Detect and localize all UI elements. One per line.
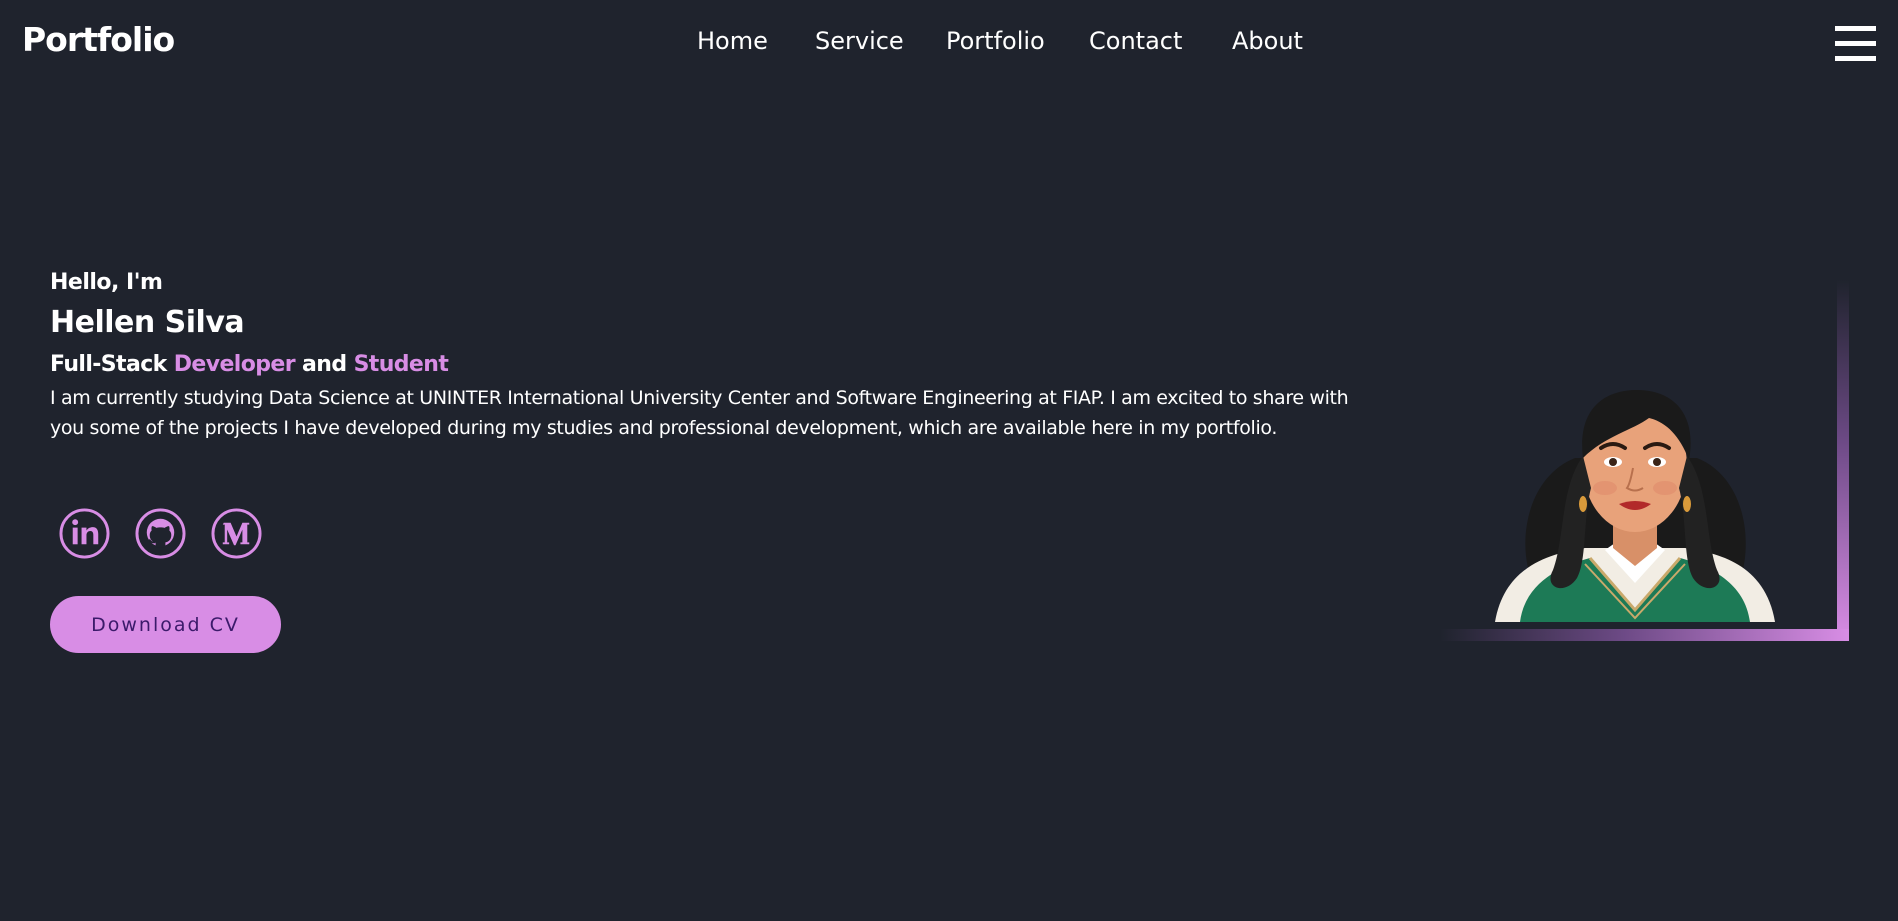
hero-bio: I am currently studying Data Science at … [50,387,1349,439]
download-cv-button[interactable]: Download CV [50,596,281,653]
nav-home[interactable]: Home [697,27,768,55]
nav-about[interactable]: About [1232,27,1303,55]
hero-name: Hellen Silva [50,305,245,340]
role-part-1: Full-Stack [50,352,167,377]
nav-service[interactable]: Service [815,27,904,55]
medium-icon[interactable] [211,508,262,559]
social-links [59,508,269,560]
nav-portfolio[interactable]: Portfolio [946,27,1045,55]
page: Portfolio Home Service Portfolio Contact… [0,0,1898,921]
nav-contact[interactable]: Contact [1089,27,1182,55]
role-highlight-student: Student [353,352,449,377]
frame-vertical-bar [1837,280,1849,641]
frame-horizontal-bar [1440,629,1849,641]
role-highlight-developer: Developer [173,352,296,377]
role-part-2: and [302,352,347,377]
hero-role: Full-Stack Developer and Student [50,352,449,377]
portrait-frame [1440,278,1850,643]
hamburger-menu-icon[interactable] [1835,26,1876,61]
greeting: Hello, I'm [50,270,163,295]
main-nav: Home Service Portfolio Contact About [0,27,1898,59]
linkedin-icon[interactable] [59,508,110,559]
portrait-illustration [1495,390,1775,622]
github-icon[interactable] [135,508,186,559]
